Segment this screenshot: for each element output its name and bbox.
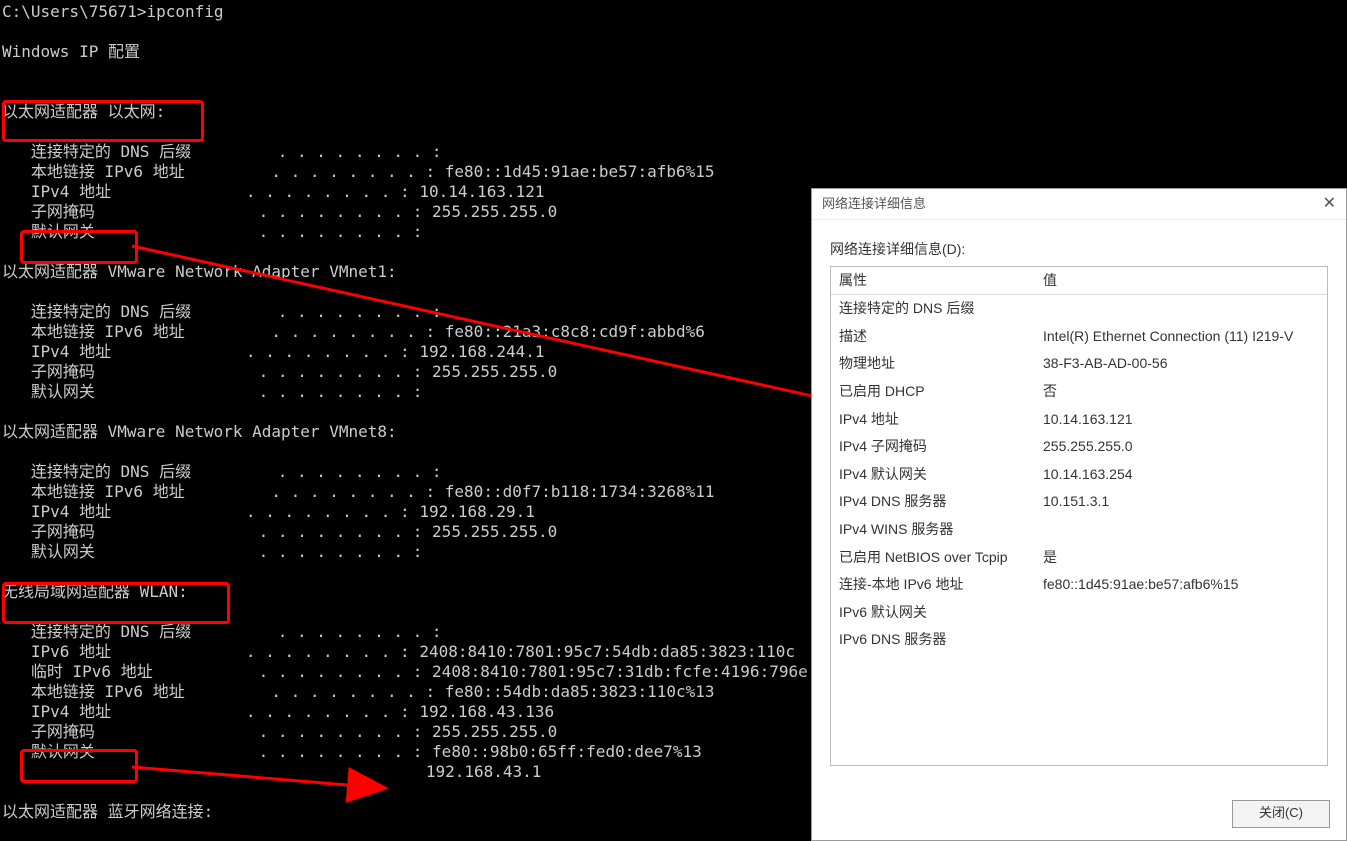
property-value: [1035, 626, 1327, 654]
property-key: IPv6 DNS 服务器: [831, 626, 1035, 654]
property-row[interactable]: IPv6 默认网关: [831, 599, 1327, 627]
network-details-dialog: 网络连接详细信息 ✕ 网络连接详细信息(D): 属性 值 连接特定的 DNS 后…: [811, 188, 1347, 841]
property-value: 否: [1035, 378, 1327, 406]
property-key: IPv6 默认网关: [831, 599, 1035, 627]
property-value: Intel(R) Ethernet Connection (11) I219-V: [1035, 323, 1327, 351]
close-button[interactable]: 关闭(C): [1232, 800, 1330, 828]
close-icon[interactable]: ✕: [1323, 193, 1336, 215]
property-value: [1035, 295, 1327, 323]
header-value: 值: [1035, 267, 1327, 295]
property-row[interactable]: 已启用 NetBIOS over Tcpip是: [831, 544, 1327, 572]
property-value: 10.14.163.121: [1035, 406, 1327, 434]
property-value: 10.14.163.254: [1035, 461, 1327, 489]
property-row[interactable]: 描述Intel(R) Ethernet Connection (11) I219…: [831, 323, 1327, 351]
property-value: 38-F3-AB-AD-00-56: [1035, 350, 1327, 378]
property-row[interactable]: 连接特定的 DNS 后缀: [831, 295, 1327, 323]
property-key: 已启用 NetBIOS over Tcpip: [831, 544, 1035, 572]
property-value: 是: [1035, 544, 1327, 572]
property-row[interactable]: IPv4 默认网关10.14.163.254: [831, 461, 1327, 489]
property-header-row: 属性 值: [831, 267, 1327, 296]
property-key: 连接-本地 IPv6 地址: [831, 571, 1035, 599]
dialog-title: 网络连接详细信息: [822, 195, 1323, 213]
property-row[interactable]: 已启用 DHCP否: [831, 378, 1327, 406]
property-key: IPv4 默认网关: [831, 461, 1035, 489]
property-key: IPv4 WINS 服务器: [831, 516, 1035, 544]
property-row[interactable]: IPv4 地址10.14.163.121: [831, 406, 1327, 434]
property-row[interactable]: IPv6 DNS 服务器: [831, 626, 1327, 654]
property-value: fe80::1d45:91ae:be57:afb6%15: [1035, 571, 1327, 599]
property-value: [1035, 516, 1327, 544]
property-row[interactable]: 连接-本地 IPv6 地址fe80::1d45:91ae:be57:afb6%1…: [831, 571, 1327, 599]
property-key: IPv4 地址: [831, 406, 1035, 434]
property-row[interactable]: IPv4 子网掩码255.255.255.0: [831, 433, 1327, 461]
property-key: 已启用 DHCP: [831, 378, 1035, 406]
dialog-label: 网络连接详细信息(D):: [830, 240, 1328, 260]
property-value: 255.255.255.0: [1035, 433, 1327, 461]
property-key: 描述: [831, 323, 1035, 351]
property-value: 10.151.3.1: [1035, 488, 1327, 516]
property-key: 连接特定的 DNS 后缀: [831, 295, 1035, 323]
property-key: 物理地址: [831, 350, 1035, 378]
property-key: IPv4 子网掩码: [831, 433, 1035, 461]
dialog-titlebar[interactable]: 网络连接详细信息 ✕: [812, 189, 1346, 220]
header-property: 属性: [831, 267, 1035, 295]
property-list[interactable]: 属性 值 连接特定的 DNS 后缀描述Intel(R) Ethernet Con…: [830, 266, 1328, 766]
property-row[interactable]: 物理地址38-F3-AB-AD-00-56: [831, 350, 1327, 378]
property-value: [1035, 599, 1327, 627]
property-row[interactable]: IPv4 WINS 服务器: [831, 516, 1327, 544]
property-key: IPv4 DNS 服务器: [831, 488, 1035, 516]
property-row[interactable]: IPv4 DNS 服务器10.151.3.1: [831, 488, 1327, 516]
